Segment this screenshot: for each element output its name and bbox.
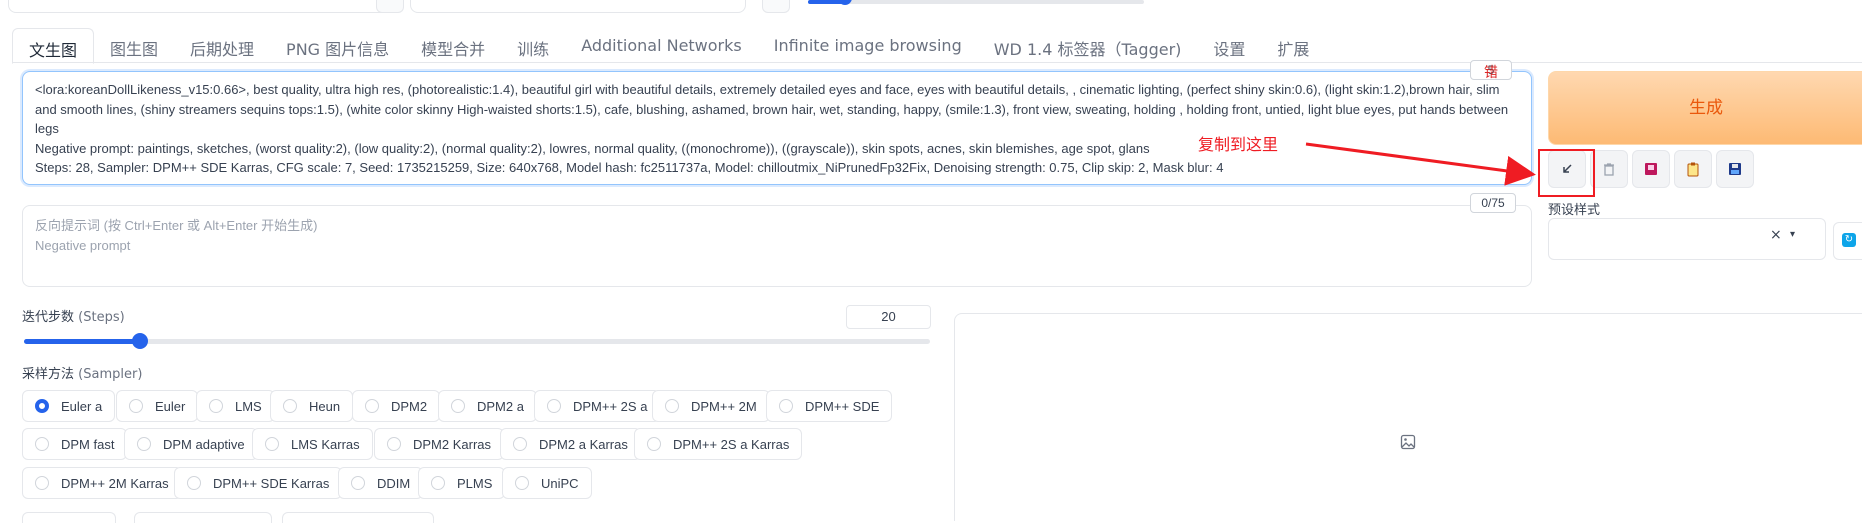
tab-infinite-image-browsing[interactable]: Infinite image browsing: [758, 28, 978, 62]
sampler-option[interactable]: Euler: [116, 390, 199, 422]
image-placeholder-icon: [1400, 434, 1416, 450]
tab-checkpoint-merger[interactable]: 模型合并: [405, 28, 501, 62]
sampler-option[interactable]: DPM++ SDE: [766, 390, 893, 422]
sampler-option[interactable]: DPM2 a: [438, 390, 537, 422]
negative-prompt-textarea[interactable]: 反向提示词 (按 Ctrl+Enter 或 Alt+Enter 开始生成) Ne…: [22, 205, 1532, 287]
sampler-option[interactable]: UniPC: [502, 467, 592, 499]
preset-clear-icon[interactable]: ×: [1770, 227, 1782, 243]
clear-prompt-button[interactable]: [1590, 150, 1628, 188]
annotation-highlight-box: [1538, 149, 1595, 197]
tab-additional-networks[interactable]: Additional Networks: [565, 28, 758, 62]
option-checkbox[interactable]: [134, 512, 272, 523]
tab-png-info[interactable]: PNG 图片信息: [270, 28, 405, 62]
preset-style-select[interactable]: [1548, 218, 1826, 260]
prompt-textarea[interactable]: <lora:koreanDollLikeness_v15:0.66>, best…: [22, 71, 1532, 185]
tab-train[interactable]: 训练: [501, 28, 565, 62]
tab-extras[interactable]: 后期处理: [174, 28, 270, 62]
steps-slider[interactable]: [24, 339, 930, 344]
sampler-option[interactable]: LMS Karras: [252, 428, 373, 460]
refresh-styles-button[interactable]: ↻: [1833, 222, 1862, 260]
trash-icon: [1604, 163, 1614, 176]
sampler-option[interactable]: DPM2: [352, 390, 441, 422]
option-checkbox[interactable]: [282, 512, 434, 523]
sampler-option[interactable]: DPM++ SDE Karras: [174, 467, 343, 499]
annotation-text: 复制到这里: [1198, 135, 1279, 154]
sampler-option[interactable]: DPM2 a Karras: [500, 428, 641, 460]
tab-extensions[interactable]: 扩展: [1261, 28, 1325, 62]
sampler-option[interactable]: DDIM: [338, 467, 424, 499]
generate-button[interactable]: 生成: [1548, 71, 1862, 145]
sampler-option[interactable]: Heun: [270, 390, 354, 422]
prompt-line-negative: Negative prompt: paintings, sketches, (w…: [35, 140, 1150, 156]
sampler-option[interactable]: DPM adaptive: [124, 428, 258, 460]
extra-networks-icon: [1645, 163, 1657, 175]
steps-slider-handle[interactable]: [132, 333, 148, 349]
clip-skip-slider[interactable]: [808, 0, 1144, 5]
save-style-button[interactable]: [1716, 150, 1754, 188]
sampler-label: 采样方法 (Sampler): [22, 367, 143, 382]
sampler-option[interactable]: DPM fast: [22, 428, 128, 460]
sampler-option[interactable]: DPM++ 2S a Karras: [634, 428, 803, 460]
option-checkbox[interactable]: [22, 512, 116, 523]
chevron-down-icon[interactable]: ▾: [1790, 229, 1795, 240]
sampler-option[interactable]: DPM2 Karras: [374, 428, 505, 460]
save-style-icon: [1729, 163, 1741, 175]
preset-style-label: 预设样式: [1548, 203, 1601, 218]
tab-divider: [12, 62, 1862, 63]
vae-select[interactable]: [410, 0, 746, 13]
negative-placeholder-cn: 反向提示词 (按 Ctrl+Enter 或 Alt+Enter 开始生成): [35, 218, 318, 233]
refresh-icon: ↻: [1842, 233, 1856, 247]
tab-img2img[interactable]: 图生图: [94, 28, 174, 62]
sampler-option[interactable]: LMS: [196, 390, 275, 422]
sampler-option[interactable]: DPM++ 2M: [652, 390, 770, 422]
negative-token-counter: 0/75: [1470, 193, 1516, 213]
sampler-option[interactable]: DPM++ 2M Karras: [22, 467, 182, 499]
refresh-vae-button[interactable]: [762, 0, 790, 13]
prompt-line-params: Steps: 28, Sampler: DPM++ SDE Karras, CF…: [35, 160, 1224, 175]
show-extra-networks-button[interactable]: [1632, 150, 1670, 188]
steps-label: 迭代步数 (Steps): [22, 310, 125, 325]
steps-number-input[interactable]: 20: [846, 305, 931, 329]
tab-tagger[interactable]: WD 1.4 标签器（Tagger): [978, 28, 1198, 62]
model-select[interactable]: [8, 0, 397, 13]
clipboard-icon: [1687, 162, 1699, 177]
sampler-option[interactable]: Euler a: [22, 390, 116, 422]
sampler-option[interactable]: DPM++ 2S a: [534, 390, 661, 422]
negative-placeholder-en: Negative prompt: [35, 238, 131, 253]
tab-settings[interactable]: 设置: [1197, 28, 1261, 62]
apply-style-button[interactable]: [1674, 150, 1712, 188]
error-badge: 错: [1484, 65, 1498, 81]
tab-txt2img[interactable]: 文生图: [12, 28, 95, 64]
prompt-line-main: <lora:koreanDollLikeness_v15:0.66>, best…: [35, 82, 1509, 136]
sampler-option[interactable]: PLMS: [418, 467, 506, 499]
tab-bar: 文生图 图生图 后期处理 PNG 图片信息 模型合并 训练 Additional…: [12, 28, 1325, 64]
refresh-model-button[interactable]: [376, 0, 404, 13]
output-gallery[interactable]: [954, 313, 1862, 521]
